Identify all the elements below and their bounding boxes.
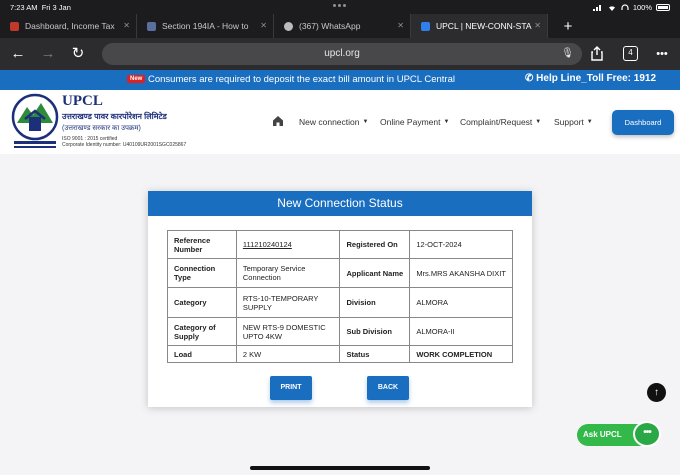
- label-category: Category: [167, 287, 237, 318]
- caret-down-icon: ▼: [535, 119, 542, 125]
- announcement-ticker: New Consumers are required to deposit th…: [0, 70, 680, 90]
- tab-switcher-button[interactable]: 4: [623, 46, 638, 61]
- value-connection-type: Temporary Service Connection: [235, 258, 341, 288]
- label-applicant-name: Applicant Name: [339, 258, 411, 288]
- browser-toolbar: ← → ↻ upcl.org 🎙 4 •••: [0, 38, 680, 70]
- signal-icon: [592, 5, 601, 11]
- new-badge: New: [127, 75, 146, 83]
- ticker-message: Consumers are required to deposit the ex…: [148, 74, 455, 85]
- label-status: Status: [339, 345, 411, 363]
- dashboard-button[interactable]: Dashboard: [612, 110, 674, 135]
- nav-support[interactable]: Support ▼: [554, 117, 593, 127]
- scroll-to-top-icon[interactable]: ↑: [647, 383, 666, 402]
- share-icon[interactable]: [591, 46, 603, 61]
- helpline: ✆ Help Line_Toll Free: 1912: [521, 73, 657, 84]
- label-sub-division: Sub Division: [339, 317, 411, 346]
- browser-tab-active[interactable]: UPCL | NEW-CONN-STA ✕: [411, 14, 548, 38]
- value-registered-on: 12-OCT-2024: [409, 230, 513, 259]
- browser-tab[interactable]: (367) WhatsApp ✕: [274, 14, 411, 38]
- back-button[interactable]: BACK: [367, 376, 409, 400]
- ios-status-bar: 7:23 AM Fri 3 Jan 100%: [0, 0, 680, 14]
- url-text: upcl.org: [324, 48, 360, 59]
- home-indicator[interactable]: [250, 466, 430, 470]
- label-reference-number: Reference Number: [167, 230, 237, 259]
- nav-new-connection[interactable]: New connection ▼: [299, 117, 368, 127]
- value-applicant-name: Mrs.MRS AKANSHA DIXIT: [409, 258, 513, 288]
- ask-upcl-chat-button[interactable]: Ask UPCL •••: [577, 421, 661, 447]
- status-time: 7:23 AM Fri 3 Jan: [10, 3, 71, 12]
- table-row: Load 2 KW Status WORK COMPLETION: [167, 345, 513, 363]
- logo-hindi-name: उत्तराखण्ड पावर कारपोरेशन लिमिटेड: [62, 112, 167, 121]
- caret-down-icon: ▼: [586, 119, 593, 125]
- caret-down-icon: ▼: [443, 119, 450, 125]
- browser-tab-strip: Dashboard, Income Tax ✕ Section 194IA - …: [0, 14, 680, 38]
- headphones-icon: [621, 4, 629, 10]
- nav-online-payment[interactable]: Online Payment ▼: [380, 117, 449, 127]
- caret-down-icon: ▼: [362, 119, 369, 125]
- logo-text: UPCL उत्तराखण्ड पावर कारपोरेशन लिमिटेड (…: [62, 93, 186, 148]
- browser-tab[interactable]: Section 194IA - How to ✕: [137, 14, 274, 38]
- status-indicators: 100%: [592, 3, 670, 12]
- value-sub-division: ALMORA-II: [409, 317, 513, 346]
- browser-tab[interactable]: Dashboard, Income Tax ✕: [0, 14, 137, 38]
- tab-favicon-icon: [147, 21, 156, 31]
- status-table: Reference Number 111210240124 Registered…: [167, 230, 513, 363]
- battery-percent: 100%: [632, 3, 652, 12]
- table-row: Category RTS-10-TEMPORARY SUPPLY Divisio…: [167, 287, 513, 318]
- label-load: Load: [167, 345, 237, 363]
- battery-icon: [656, 4, 670, 11]
- print-button[interactable]: PRINT: [270, 376, 312, 400]
- tab-title: UPCL | NEW-CONN-STA: [436, 21, 532, 31]
- tab-title: Dashboard, Income Tax: [25, 21, 115, 31]
- value-division: ALMORA: [409, 287, 513, 318]
- back-arrow-icon[interactable]: ←: [8, 44, 28, 64]
- address-bar[interactable]: upcl.org 🎙: [102, 43, 582, 65]
- value-load: 2 KW: [235, 345, 341, 363]
- tab-favicon-icon: [10, 21, 19, 31]
- tab-title: (367) WhatsApp: [299, 21, 361, 31]
- multitask-dots-icon[interactable]: [333, 4, 346, 7]
- nav-complaint-request[interactable]: Complaint/Request ▼: [460, 117, 541, 127]
- connection-status-card: New Connection Status Reference Number 1…: [148, 191, 532, 407]
- value-category: RTS-10-TEMPORARY SUPPLY: [235, 287, 341, 318]
- reload-icon[interactable]: ↻: [68, 44, 88, 64]
- more-options-icon[interactable]: •••: [652, 44, 672, 64]
- forward-arrow-icon[interactable]: →: [38, 44, 58, 64]
- value-category-of-supply: NEW RTS-9 DOMESTIC UPTO 4KW: [235, 317, 341, 346]
- logo-title: UPCL: [62, 93, 103, 109]
- label-registered-on: Registered On: [339, 230, 411, 259]
- table-row: Reference Number 111210240124 Registered…: [167, 230, 513, 259]
- table-row: Connection Type Temporary Service Connec…: [167, 258, 513, 288]
- table-row: Category of Supply NEW RTS-9 DOMESTIC UP…: [167, 317, 513, 346]
- chat-bubble-icon[interactable]: •••: [633, 421, 661, 447]
- close-tab-icon[interactable]: ✕: [397, 21, 404, 30]
- close-tab-icon[interactable]: ✕: [123, 21, 130, 30]
- microphone-icon[interactable]: 🎙: [561, 43, 574, 65]
- phone-icon: ✆: [525, 73, 534, 84]
- logo-hindi-sub: (उत्तराखण्ड सरकार का उपक्रम): [62, 125, 141, 132]
- new-tab-button[interactable]: +: [548, 14, 588, 38]
- tab-favicon-icon: [284, 21, 293, 31]
- value-reference-number: 111210240124: [235, 230, 341, 259]
- logo-cin: Corporate Identity number: U40109UR2001S…: [62, 142, 187, 148]
- value-status: WORK COMPLETION: [409, 345, 513, 363]
- wifi-icon: [608, 6, 615, 11]
- label-connection-type: Connection Type: [167, 258, 237, 288]
- home-icon[interactable]: [272, 115, 284, 126]
- label-division: Division: [339, 287, 411, 318]
- close-tab-icon[interactable]: ✕: [260, 21, 267, 30]
- tab-favicon-icon: [421, 21, 430, 31]
- card-title: New Connection Status: [148, 191, 532, 216]
- close-tab-icon[interactable]: ✕: [534, 21, 541, 30]
- tab-title: Section 194IA - How to: [162, 21, 249, 31]
- label-category-of-supply: Category of Supply: [167, 317, 237, 346]
- chat-label: Ask UPCL: [583, 430, 622, 439]
- upcl-logo-icon[interactable]: [11, 93, 59, 149]
